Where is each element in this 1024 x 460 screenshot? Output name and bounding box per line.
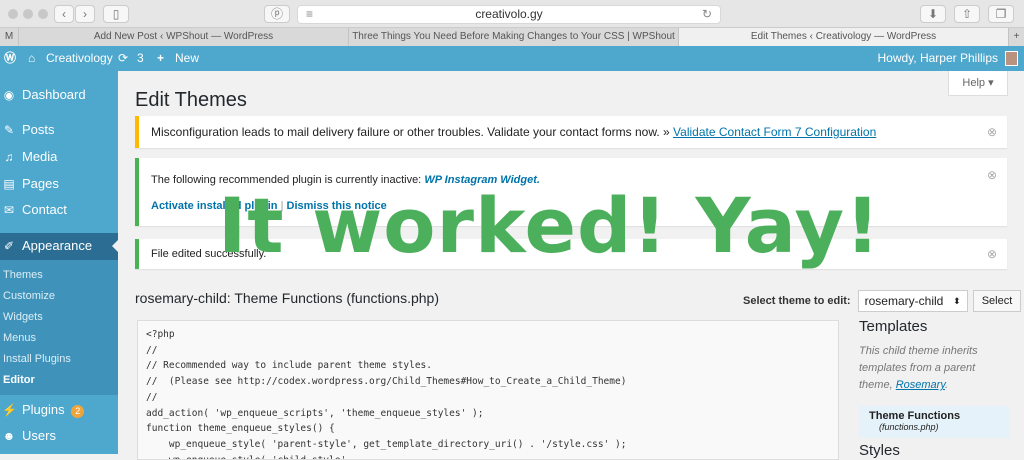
theme-functions-file[interactable]: Theme Functions (functions.php)	[859, 406, 1009, 438]
howdy-link[interactable]: Howdy, Harper Phillips	[878, 46, 999, 71]
tab-edit-themes[interactable]: Edit Themes ‹ Creativology — WordPress	[678, 28, 1008, 46]
sidebar-item-media[interactable]: ♫ Media	[0, 144, 118, 170]
styles-heading: Styles	[859, 442, 900, 459]
select-value: rosemary-child	[864, 294, 944, 308]
code-editor[interactable]: <?php // // Recommended way to include p…	[137, 320, 839, 460]
submenu-customize[interactable]: Customize	[3, 290, 55, 302]
notice-text: Misconfiguration leads to mail delivery …	[151, 125, 670, 139]
site-name-link[interactable]: Creativology	[46, 46, 113, 71]
tab-three-things[interactable]: Three Things You Need Before Making Chan…	[348, 28, 678, 46]
page-title: Edit Themes	[135, 89, 247, 111]
sidebar-item-posts[interactable]: ✎ Posts	[0, 117, 118, 143]
select-arrows-icon: ⬍	[953, 296, 961, 306]
sidebar-toggle-icon[interactable]: ▯	[103, 5, 129, 23]
sidebar-item-users[interactable]: ☻ Users	[0, 423, 118, 449]
submenu-menus[interactable]: Menus	[3, 332, 36, 344]
submenu-editor[interactable]: Editor	[3, 374, 35, 386]
select-label: Select theme to edit:	[743, 294, 851, 307]
avatar[interactable]	[1005, 51, 1018, 66]
theme-selector: Select theme to edit: rosemary-child ⬍ Se…	[743, 290, 1022, 312]
current-arrow-icon	[106, 240, 118, 252]
plugins-badge: 2	[71, 405, 85, 418]
label: Media	[22, 149, 58, 164]
updates-icon[interactable]: ⟳	[118, 46, 128, 71]
tab-bar: M Add New Post ‹ WPShout — WordPress Thr…	[0, 28, 1024, 46]
parent-theme-link[interactable]: Rosemary	[896, 379, 945, 391]
templates-panel: Templates This child theme inherits temp…	[859, 318, 1009, 459]
appearance-submenu: Themes Customize Widgets Menus Install P…	[0, 260, 118, 395]
pinterest-icon[interactable]: ⓟ	[264, 5, 290, 23]
user-icon: ☻	[2, 429, 16, 443]
sidebar-item-contact[interactable]: ✉ Contact	[0, 197, 118, 223]
submenu-themes[interactable]: Themes	[3, 269, 43, 281]
pin-icon: ✎	[3, 123, 15, 137]
gmail-icon[interactable]: M	[0, 28, 18, 46]
label: Posts	[22, 122, 55, 137]
new-link[interactable]: New	[175, 46, 199, 71]
address-bar[interactable]: ≡ creativolo.gy ↻	[297, 5, 721, 24]
sidebar-item-plugins[interactable]: ⚡ Plugins 2	[0, 397, 118, 423]
label: Appearance	[22, 238, 93, 253]
dismiss-icon[interactable]: ⊗	[987, 239, 997, 269]
dashboard-icon: ◉	[3, 88, 15, 102]
label: Plugins	[22, 402, 65, 417]
media-icon: ♫	[4, 150, 14, 164]
sidebar-item-appearance[interactable]: ✐ Appearance	[0, 233, 118, 260]
tab-add-new-post[interactable]: Add New Post ‹ WPShout — WordPress	[18, 28, 348, 46]
plug-icon: ⚡	[2, 403, 17, 417]
download-icon[interactable]: ⬇	[920, 5, 946, 23]
select-button[interactable]: Select	[972, 290, 1022, 312]
overlay-caption: It worked! Yay!	[218, 181, 881, 270]
dismiss-icon[interactable]: ⊗	[987, 168, 997, 182]
brush-icon: ✐	[3, 239, 15, 253]
label: Pages	[22, 176, 59, 191]
plus-icon[interactable]: +	[157, 46, 164, 71]
reader-icon[interactable]: ≡	[306, 6, 313, 23]
help-button[interactable]: Help ▾	[948, 71, 1008, 96]
admin-sidebar: ◉ Dashboard ✎ Posts ♫ Media ▤ Pages ✉ Contact…	[0, 71, 118, 454]
mail-icon: ✉	[3, 203, 15, 217]
browser-toolbar: ‹ › ▯ ⓟ ≡ creativolo.gy ↻ ⬇ ⇧ ❐	[0, 0, 1024, 28]
updates-count[interactable]: 3	[137, 46, 144, 71]
forward-button[interactable]: ›	[75, 5, 95, 23]
theme-select[interactable]: rosemary-child ⬍	[857, 290, 968, 312]
label: Dashboard	[22, 87, 86, 102]
contact-form-notice: Misconfiguration leads to mail delivery …	[135, 116, 1007, 148]
home-icon[interactable]: ⌂	[28, 46, 35, 71]
reload-icon[interactable]: ↻	[702, 6, 712, 23]
pages-icon: ▤	[3, 177, 15, 191]
tabs-icon[interactable]: ❐	[988, 5, 1014, 23]
submenu-install-plugins[interactable]: Install Plugins	[3, 353, 71, 365]
back-button[interactable]: ‹	[54, 5, 74, 23]
submenu-widgets[interactable]: Widgets	[3, 311, 43, 323]
file-name: (functions.php)	[879, 422, 939, 432]
new-tab-icon[interactable]: +	[1008, 28, 1024, 46]
dismiss-icon[interactable]: ⊗	[987, 116, 997, 148]
share-icon[interactable]: ⇧	[954, 5, 980, 23]
sidebar-item-dashboard[interactable]: ◉ Dashboard	[0, 82, 118, 108]
file-label: Theme Functions	[869, 410, 961, 422]
label: Users	[22, 428, 56, 443]
url-text: creativolo.gy	[475, 7, 543, 21]
file-title: rosemary-child: Theme Functions (functio…	[135, 290, 439, 306]
templates-heading: Templates	[859, 318, 928, 335]
wordpress-logo-icon[interactable]: Ⓦ	[4, 46, 16, 71]
label: Contact	[22, 202, 67, 217]
sidebar-item-pages[interactable]: ▤ Pages	[0, 171, 118, 197]
validate-link[interactable]: Validate Contact Form 7 Configuration	[673, 125, 876, 139]
admin-bar: Ⓦ ⌂ Creativology ⟳ 3 + New Howdy, Harper…	[0, 46, 1024, 71]
